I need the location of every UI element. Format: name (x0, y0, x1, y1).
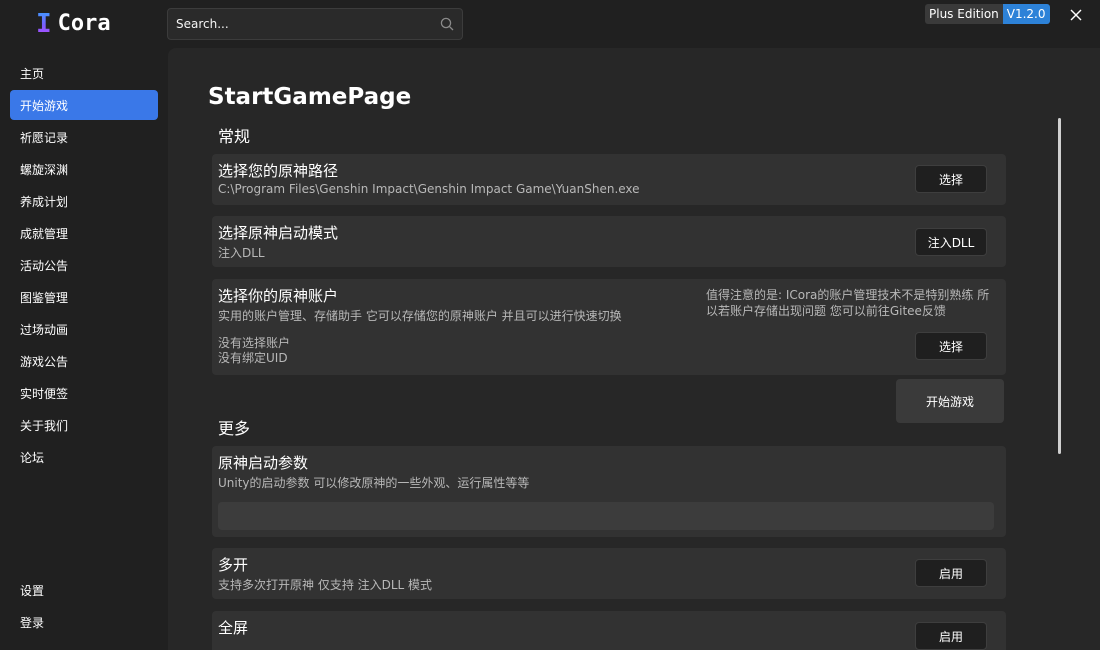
app-logo: I Cora (36, 10, 111, 38)
scrollbar[interactable] (1058, 118, 1061, 454)
app-window: I Cora 主页 开始游戏 祈愿记录 螺旋深渊 养成计划 成就管理 活动公告 … (0, 0, 1100, 650)
edition-badge: Plus Edition V1.2.0 (925, 4, 1050, 24)
launch-args-title: 原神启动参数 (218, 454, 309, 472)
page-title: StartGamePage (208, 84, 412, 110)
sidebar-item-game-announcements[interactable]: 游戏公告 (10, 346, 158, 376)
sidebar-item-event-announcements[interactable]: 活动公告 (10, 250, 158, 280)
select-account-button[interactable]: 选择 (915, 332, 987, 360)
multi-instance-description: 支持多次打开原神 仅支持 注入DLL 模式 (218, 578, 433, 592)
launch-mode-card: 选择原神启动模式 注入DLL 注入DLL (212, 216, 1006, 267)
section-title-general: 常规 (218, 127, 251, 146)
fullscreen-title: 全屏 (218, 619, 249, 637)
game-path-value: C:\Program Files\Genshin Impact\Genshin … (218, 182, 640, 196)
account-title: 选择你的原神账户 (218, 287, 339, 305)
main-content: StartGamePage 常规 选择您的原神路径 C:\Program Fil… (168, 48, 1100, 650)
sidebar-item-achievements[interactable]: 成就管理 (10, 218, 158, 248)
launch-mode-title: 选择原神启动模式 (218, 224, 339, 242)
sidebar-item-settings[interactable]: 设置 (10, 575, 158, 605)
sidebar-item-cutscenes[interactable]: 过场动画 (10, 314, 158, 344)
sidebar-item-realtime-notes[interactable]: 实时便签 (10, 378, 158, 408)
uid-status: 没有绑定UID (218, 351, 288, 365)
multi-instance-title: 多开 (218, 556, 249, 574)
sidebar-nav: 主页 开始游戏 祈愿记录 螺旋深渊 养成计划 成就管理 活动公告 图鉴管理 过场… (10, 58, 158, 474)
select-path-button[interactable]: 选择 (915, 165, 987, 193)
sidebar-bottom-nav: 设置 登录 (10, 575, 158, 639)
edition-label: Plus Edition (925, 4, 1003, 24)
sidebar-item-start-game[interactable]: 开始游戏 (10, 90, 158, 120)
account-description: 实用的账户管理、存储助手 它可以存储您的原神账户 并且可以进行快速切换 (218, 309, 622, 323)
sidebar-item-spiral-abyss[interactable]: 螺旋深渊 (10, 154, 158, 184)
version-badge: V1.2.0 (1002, 4, 1050, 24)
section-title-more: 更多 (218, 419, 251, 438)
launch-args-description: Unity的启动参数 可以修改原神的一些外观、运行属性等等 (218, 476, 530, 490)
logo-mark-icon: I (36, 9, 52, 39)
search-input[interactable] (168, 9, 428, 39)
close-icon[interactable] (1066, 5, 1086, 25)
sidebar-item-home[interactable]: 主页 (10, 58, 158, 88)
sidebar: I Cora 主页 开始游戏 祈愿记录 螺旋深渊 养成计划 成就管理 活动公告 … (0, 0, 168, 650)
sidebar-item-wish-history[interactable]: 祈愿记录 (10, 122, 158, 152)
sidebar-item-wiki[interactable]: 图鉴管理 (10, 282, 158, 312)
launch-args-input[interactable] (218, 502, 994, 530)
sidebar-item-forum[interactable]: 论坛 (10, 442, 158, 472)
multi-instance-card: 多开 支持多次打开原神 仅支持 注入DLL 模式 启用 (212, 548, 1006, 599)
account-card: 选择你的原神账户 实用的账户管理、存储助手 它可以存储您的原神账户 并且可以进行… (212, 279, 1006, 375)
search-box (167, 8, 463, 40)
game-path-title: 选择您的原神路径 (218, 162, 339, 180)
enable-fullscreen-button[interactable]: 启用 (915, 622, 987, 650)
account-note: 值得注意的是: ICora的账户管理技术不是特别熟练 所以若账户存储出现问题 您… (706, 288, 990, 318)
launch-args-card: 原神启动参数 Unity的启动参数 可以修改原神的一些外观、运行属性等等 (212, 446, 1006, 537)
start-game-button[interactable]: 开始游戏 (896, 379, 1004, 423)
game-path-card: 选择您的原神路径 C:\Program Files\Genshin Impact… (212, 154, 1006, 205)
enable-multi-instance-button[interactable]: 启用 (915, 559, 987, 587)
sidebar-item-login[interactable]: 登录 (10, 607, 158, 637)
inject-dll-button[interactable]: 注入DLL (915, 228, 987, 256)
sidebar-item-development-plan[interactable]: 养成计划 (10, 186, 158, 216)
launch-mode-value: 注入DLL (218, 246, 265, 260)
sidebar-item-about[interactable]: 关于我们 (10, 410, 158, 440)
app-name: Cora (57, 11, 111, 36)
fullscreen-card: 全屏 启用 (212, 611, 1006, 650)
search-icon[interactable] (440, 17, 454, 31)
